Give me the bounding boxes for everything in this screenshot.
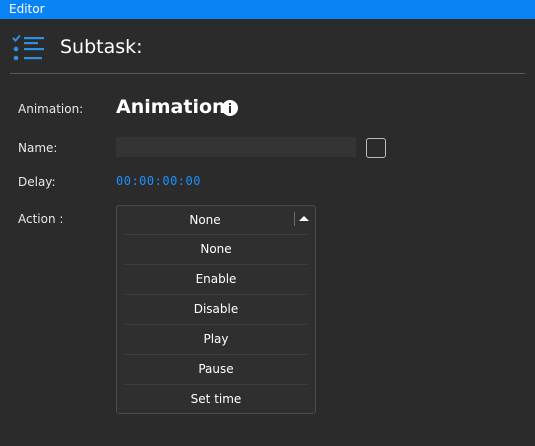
action-option-pause[interactable]: Pause xyxy=(125,354,307,384)
delay-label: Delay: xyxy=(18,175,56,189)
info-icon[interactable] xyxy=(222,100,238,116)
name-label: Name: xyxy=(18,141,58,155)
animation-label: Animation: xyxy=(18,102,84,116)
action-option-disable[interactable]: Disable xyxy=(125,294,307,324)
subtask-header: Subtask: xyxy=(0,19,535,73)
name-checkbox[interactable] xyxy=(366,138,386,158)
action-dropdown[interactable]: None None Enable Disable Play Pause Set … xyxy=(116,205,316,414)
bottom-edge xyxy=(0,440,535,446)
window-titlebar: Editor xyxy=(0,0,535,19)
animation-value: Animation xyxy=(116,96,226,118)
page-title: Subtask: xyxy=(60,36,143,58)
header-divider xyxy=(10,73,525,74)
name-input[interactable] xyxy=(116,137,356,157)
window-title: Editor xyxy=(9,2,45,16)
action-option-play[interactable]: Play xyxy=(125,324,307,354)
dropdown-separator xyxy=(294,212,295,226)
action-option-set-time[interactable]: Set time xyxy=(125,384,307,414)
action-option-enable[interactable]: Enable xyxy=(125,264,307,294)
action-label: Action : xyxy=(18,212,64,226)
chevron-up-icon[interactable] xyxy=(299,216,309,221)
action-option-none[interactable]: None xyxy=(125,234,307,264)
delay-timecode[interactable]: 00:00:00:00 xyxy=(116,174,201,188)
checklist-icon xyxy=(12,34,44,61)
action-selected-value[interactable]: None xyxy=(117,213,293,227)
action-dropdown-head[interactable]: None xyxy=(117,206,315,234)
